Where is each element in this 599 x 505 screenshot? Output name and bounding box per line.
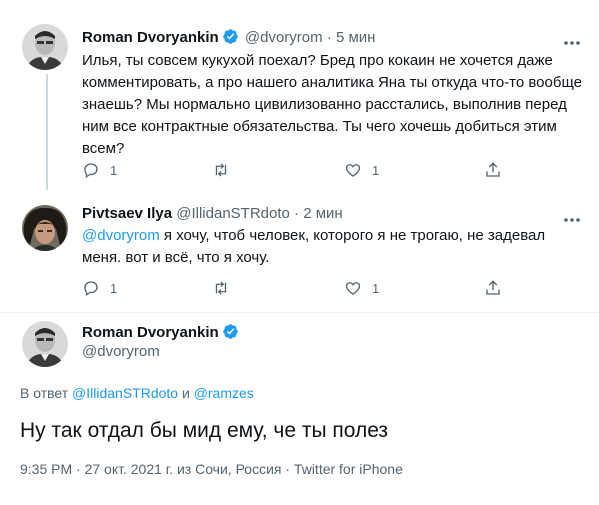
heart-icon bbox=[345, 164, 361, 177]
tweet-text-fragment: я хочу, чтоб человек, которого я не трог… bbox=[159, 227, 546, 244]
author-handle-row: @dvoryrom bbox=[82, 343, 160, 361]
separator-dot: · bbox=[294, 205, 300, 222]
tweet-text-line: меня. вот и всё, что я хочу. bbox=[82, 249, 270, 266]
like-button[interactable]: 1 bbox=[344, 161, 379, 179]
retweet-button[interactable] bbox=[212, 161, 230, 179]
heart-icon bbox=[345, 282, 361, 295]
verified-badge-icon bbox=[222, 323, 239, 340]
tweet-meta: 9:35 PM · 27 окт. 2021 г. из Сочи, Росси… bbox=[20, 461, 403, 477]
tweet-text: Илья, ты совсем кукухой поехал? Бред про… bbox=[82, 50, 582, 160]
reply-button[interactable]: 1 bbox=[82, 279, 117, 297]
retweet-icon bbox=[215, 163, 227, 177]
author-name-row: Roman Dvoryankin bbox=[82, 323, 241, 342]
verified-badge-icon bbox=[222, 28, 239, 45]
mention-link[interactable]: @dvoryrom bbox=[82, 227, 160, 244]
like-button[interactable]: 1 bbox=[344, 279, 379, 297]
retweet-icon bbox=[215, 281, 227, 295]
tweet-3-focused: Roman Dvoryankin @dvoryrom В ответ @Illi… bbox=[0, 313, 599, 505]
more-options-icon[interactable] bbox=[563, 33, 581, 45]
share-button[interactable] bbox=[484, 161, 502, 179]
thread-line bbox=[46, 74, 48, 190]
tweet-header: Roman Dvoryankin @dvoryrom · 5 мин bbox=[82, 28, 375, 47]
display-name[interactable]: Roman Dvoryankin bbox=[82, 29, 219, 46]
reply-count: 1 bbox=[110, 162, 118, 178]
tweet-text-line: Илья, ты совсем кукухой поехал? Бред про… bbox=[82, 52, 553, 69]
like-count: 1 bbox=[372, 280, 380, 296]
reply-and: и bbox=[181, 385, 190, 401]
separator-dot: · bbox=[326, 29, 332, 46]
tweet-text: Ну так отдал бы мид ему, че ты полез bbox=[20, 419, 389, 442]
display-name[interactable]: Pivtsaev Ilya bbox=[82, 205, 172, 222]
reply-icon bbox=[84, 281, 98, 297]
tweet-text-line: знаешь? Мы нормально цивилизованно расст… bbox=[82, 96, 567, 113]
action-bar: 1 1 bbox=[82, 279, 522, 299]
avatar[interactable] bbox=[22, 24, 68, 70]
handle[interactable]: @IllidanSTRdoto bbox=[176, 205, 290, 222]
share-icon bbox=[486, 162, 500, 177]
tweet-text-line: комментировать, а про нашего аналитика Я… bbox=[82, 74, 582, 91]
tweet-text: @dvoryrom я хочу, чтоб человек, которого… bbox=[82, 225, 545, 269]
like-count: 1 bbox=[372, 162, 380, 178]
handle[interactable]: @dvoryrom bbox=[245, 29, 323, 46]
share-button[interactable] bbox=[484, 279, 502, 297]
tweet-1[interactable]: Roman Dvoryankin @dvoryrom · 5 мин Илья,… bbox=[0, 0, 599, 190]
avatar[interactable] bbox=[22, 205, 68, 251]
reply-icon bbox=[84, 163, 98, 179]
action-bar: 1 1 bbox=[82, 161, 522, 181]
display-name[interactable]: Roman Dvoryankin bbox=[82, 324, 219, 341]
timestamp[interactable]: 2 мин bbox=[303, 205, 343, 222]
share-icon bbox=[486, 280, 500, 295]
tweet-text-line: @dvoryrom я хочу, чтоб человек, которого… bbox=[82, 225, 545, 247]
more-options-icon[interactable] bbox=[563, 210, 581, 222]
tweet-text-line: всем? bbox=[82, 140, 125, 157]
tweet-text-line: ним все контрактные обязательства. Ты че… bbox=[82, 118, 557, 135]
avatar[interactable] bbox=[22, 321, 68, 367]
reply-prefix: В ответ bbox=[20, 385, 69, 401]
tweet-header: Pivtsaev Ilya @IllidanSTRdoto · 2 мин bbox=[82, 205, 343, 223]
timestamp[interactable]: 5 мин bbox=[336, 29, 376, 46]
reply-mention-link[interactable]: @ramzes bbox=[194, 385, 254, 401]
reply-context: В ответ @IllidanSTRdoto и @ramzes bbox=[20, 384, 254, 402]
reply-count: 1 bbox=[110, 280, 118, 296]
handle[interactable]: @dvoryrom bbox=[82, 343, 160, 360]
reply-button[interactable]: 1 bbox=[82, 161, 117, 179]
tweet-2[interactable]: Pivtsaev Ilya @IllidanSTRdoto · 2 мин @d… bbox=[0, 190, 599, 312]
reply-mention-link[interactable]: @IllidanSTRdoto bbox=[72, 385, 178, 401]
retweet-button[interactable] bbox=[212, 279, 230, 297]
